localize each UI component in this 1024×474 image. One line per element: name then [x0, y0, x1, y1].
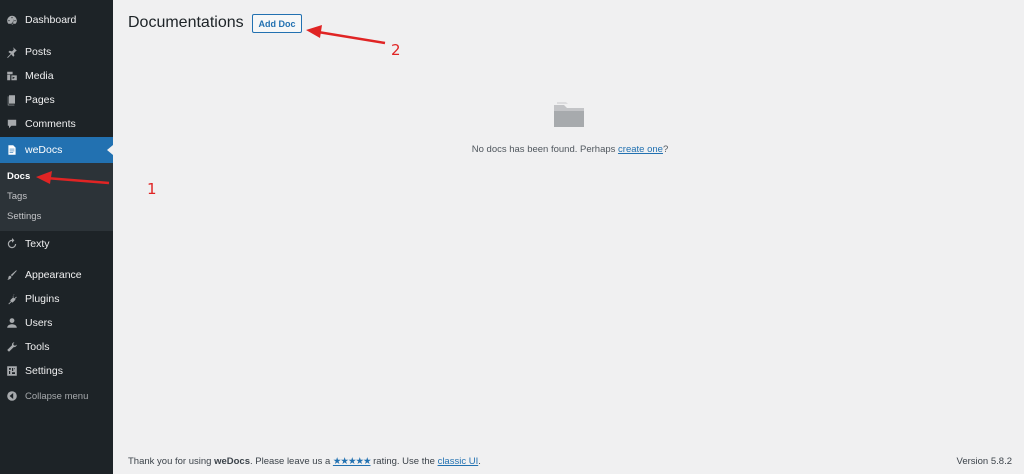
empty-state-message: No docs has been found. Perhaps create o… — [0, 144, 1024, 155]
annotation-arrow-2 — [317, 30, 386, 45]
sidebar-item-label: Texty — [25, 238, 50, 250]
sidebar-item-label: Tools — [25, 341, 50, 353]
media-icon — [6, 70, 18, 82]
sidebar-item-label: Users — [25, 317, 53, 329]
sidebar-item-tools[interactable]: Tools — [0, 336, 113, 358]
footer-rating-text: rating. Use the — [370, 456, 438, 467]
refresh-icon — [6, 238, 18, 250]
sidebar-item-label: Dashboard — [25, 14, 77, 26]
user-icon — [6, 317, 18, 329]
collapse-icon — [6, 390, 18, 402]
sidebar-item-settings[interactable]: Settings — [0, 360, 113, 382]
sidebar-item-users[interactable]: Users — [0, 312, 113, 334]
sidebar-item-pages[interactable]: Pages — [0, 89, 113, 111]
submenu-item-settings[interactable]: Settings — [7, 211, 41, 222]
footer-text: Thank you for using weDocs. Please leave… — [128, 456, 481, 467]
submenu-item-docs[interactable]: Docs — [7, 171, 30, 182]
footer-suffix: . — [478, 456, 481, 467]
folder-icon — [554, 102, 584, 127]
annotation-arrowhead-2 — [306, 25, 322, 38]
annotation-number-1: 1 — [147, 180, 157, 198]
page-title: Documentations — [128, 14, 244, 31]
sidebar-item-dashboard[interactable]: Dashboard — [0, 9, 113, 31]
sidebar-item-label: Posts — [25, 46, 52, 58]
pages-icon — [6, 94, 18, 106]
add-doc-button[interactable]: Add Doc — [252, 14, 302, 33]
plug-icon — [6, 293, 18, 305]
sidebar-item-posts[interactable]: Posts — [0, 41, 113, 63]
rating-stars-link[interactable]: ★★★★★ — [333, 456, 372, 467]
footer-plugin-name: weDocs — [214, 456, 250, 467]
sidebar-item-appearance[interactable]: Appearance — [0, 264, 113, 286]
sidebar-item-label: Appearance — [25, 269, 82, 281]
brush-icon — [6, 269, 18, 281]
sidebar-item-label: Plugins — [25, 293, 60, 305]
sidebar-item-media[interactable]: Media — [0, 65, 113, 87]
sidebar-item-label: Pages — [25, 94, 55, 106]
comment-icon — [6, 118, 18, 130]
settings-icon — [6, 365, 18, 377]
collapse-label: Collapse menu — [25, 390, 89, 402]
empty-state-text: No docs has been found. Perhaps — [471, 144, 619, 155]
annotation-arrows — [36, 25, 386, 185]
footer-middle: . Please leave us a — [249, 456, 333, 467]
pin-icon — [6, 46, 18, 58]
admin-sidebar: Dashboard Posts Media Pages Comments weD… — [0, 0, 113, 474]
wrench-icon — [6, 341, 18, 353]
version-text: Version 5.8.2 — [956, 456, 1012, 467]
sidebar-item-plugins[interactable]: Plugins — [0, 288, 113, 310]
sidebar-item-label: Comments — [25, 118, 76, 130]
classic-ui-link[interactable]: classic UI — [438, 456, 479, 467]
create-one-link[interactable]: create one — [618, 144, 663, 155]
empty-state-suffix: ? — [662, 144, 669, 155]
annotation-number-2: 2 — [391, 41, 401, 59]
sidebar-item-label: Media — [25, 70, 54, 82]
sidebar-item-label: Settings — [25, 365, 63, 377]
submenu-item-tags[interactable]: Tags — [7, 191, 27, 202]
wedocs-submenu: Docs Tags Settings — [0, 163, 113, 231]
dashboard-icon — [6, 14, 18, 26]
footer-prefix: Thank you for using — [128, 456, 215, 467]
sidebar-item-comments[interactable]: Comments — [0, 113, 113, 135]
collapse-menu-button[interactable]: Collapse menu — [0, 385, 113, 407]
sidebar-item-texty[interactable]: Texty — [0, 233, 113, 255]
